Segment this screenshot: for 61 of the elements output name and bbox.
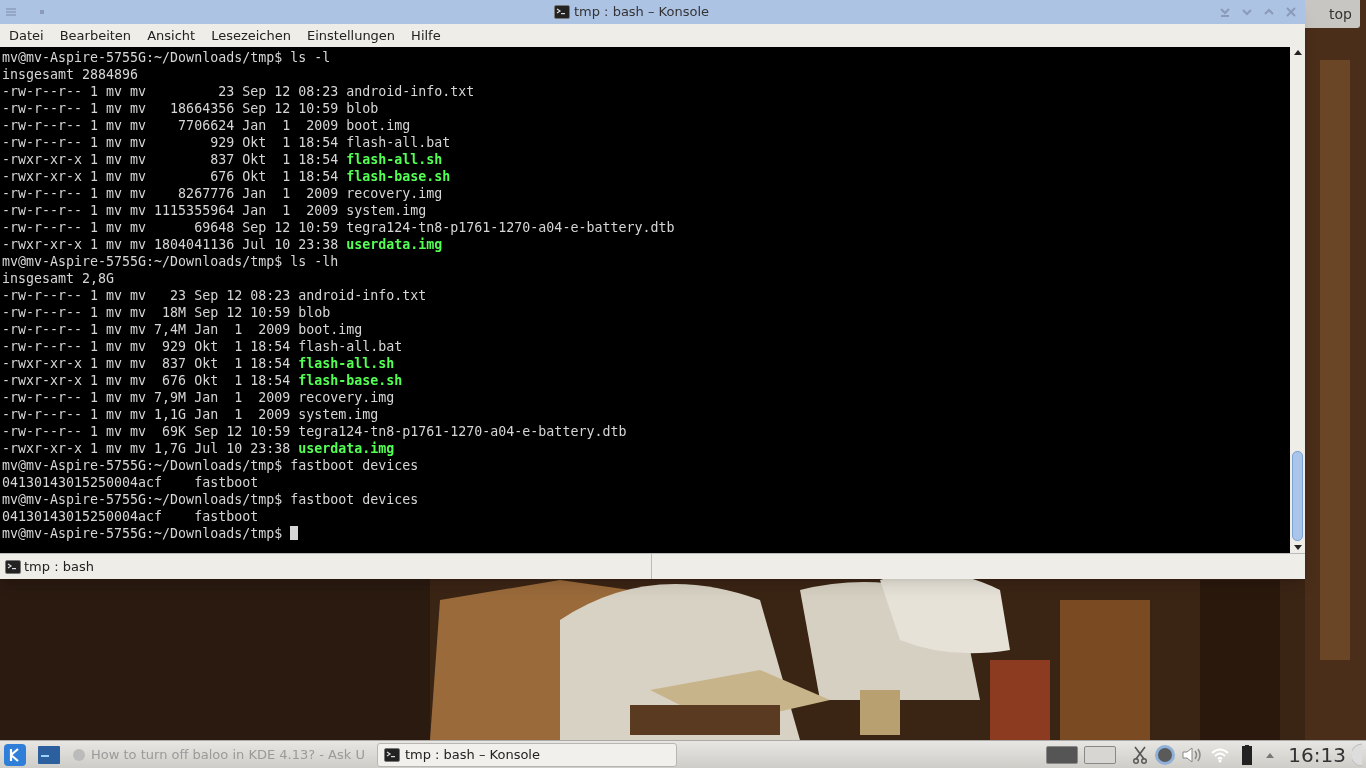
terminal-line: -rw-r--r-- 1 mv mv 8267776 Jan 1 2009 recovery.img [2,185,443,202]
terminal-line: 04130143015250004acf fastboot [2,508,259,525]
close-icon[interactable] [1285,6,1297,18]
scissors-icon[interactable] [1132,745,1149,764]
terminal-line: -rw-r--r-- 1 mv mv 18M Sep 12 10:59 blob [2,304,331,321]
desktop-pager[interactable] [1046,745,1079,764]
desktop-pager[interactable] [1084,745,1117,764]
terminal-tab[interactable]: tmp : bash [0,554,652,579]
terminal-line: mv@mv-Aspire-5755G:~/Downloads/tmp$ fastboot devices [2,491,419,508]
task-button[interactable]: tmp : bash – Konsole [376,742,677,767]
terminal-line: -rw-r--r-- 1 mv mv 7706624 Jan 1 2009 boot.img [2,117,411,134]
terminal-line: mv@mv-Aspire-5755G:~/Downloads/tmp$ ls -lh [2,253,339,270]
terminal-line: mv@mv-Aspire-5755G:~/Downloads/tmp$ [2,525,299,542]
terminal-line: insgesamt 2,8G [2,270,115,287]
menu-item[interactable]: Datei [9,25,44,46]
terminal-line: -rw-r--r-- 1 mv mv 18664356 Sep 12 10:59 blob [2,100,379,117]
wifi-icon[interactable] [1210,746,1231,763]
terminal-line: -rwxr-xr-x 1 mv mv 676 Okt 1 18:54 flash-base.sh [2,372,403,389]
avatar-icon[interactable] [1154,743,1177,766]
scroll-down-icon[interactable] [1293,545,1302,551]
terminal-line: -rwxr-xr-x 1 mv mv 676 Okt 1 18:54 flash-base.sh [2,168,451,185]
menu-item[interactable]: Hilfe [411,25,441,46]
terminal-line: -rw-r--r-- 1 mv mv 1115355964 Jan 1 2009 system.img [2,202,427,219]
terminal-line: -rwxr-xr-x 1 mv mv 1,7G Jul 10 23:38 userdata.img [2,440,395,457]
terminal-line: -rw-r--r-- 1 mv mv 69648 Sep 12 10:59 tegra124-tn8-p1761-1270-a04-e-battery.dtb [2,219,675,236]
terminal-line: -rw-r--r-- 1 mv mv 7,4M Jan 1 2009 boot.img [2,321,363,338]
terminal-line: -rwxr-xr-x 1 mv mv 837 Okt 1 18:54 flash-all.sh [2,355,395,372]
scrollbar[interactable] [1290,47,1305,553]
minimize-icon[interactable] [1241,6,1253,18]
window-title: tmp : bash – Konsole [573,3,710,22]
menu-item[interactable]: Ansicht [147,25,196,46]
terminal-icon [5,558,21,575]
terminal-line: -rw-r--r-- 1 mv mv 23 Sep 12 08:23 android-info.txt [2,83,475,100]
battery-icon[interactable] [1242,744,1253,765]
terminal-line: -rw-r--r-- 1 mv mv 929 Okt 1 18:54 flash-all.bat [2,338,403,355]
terminal-line: mv@mv-Aspire-5755G:~/Downloads/tmp$ ls -l [2,49,331,66]
terminal-line: -rw-r--r-- 1 mv mv 929 Okt 1 18:54 flash-all.bat [2,134,451,151]
terminal-icon [383,746,400,763]
terminal-line: -rwxr-xr-x 1 mv mv 837 Okt 1 18:54 flash-all.sh [2,151,443,168]
terminal-line: mv@mv-Aspire-5755G:~/Downloads/tmp$ fastboot devices [2,457,419,474]
scroll-up-icon[interactable] [1293,49,1302,55]
window-title: top [1329,4,1352,24]
terminal-line: -rw-r--r-- 1 mv mv 7,9M Jan 1 2009 recovery.img [2,389,395,406]
show-hidden-icons-icon[interactable] [1266,751,1275,758]
menu-item[interactable]: Einstellungen [307,25,396,46]
clock[interactable]: 16:13 [1288,739,1346,768]
minimize-all-icon[interactable] [1219,6,1231,18]
scrollbar-thumb[interactable] [1292,451,1303,541]
menu-icon[interactable] [6,8,16,16]
desktop-icon[interactable] [38,745,60,764]
terminal-line: -rwxr-xr-x 1 mv mv 1804041136 Jul 10 23:38 userdata.img [2,236,443,253]
terminal-line: 04130143015250004acf fastboot [2,474,259,491]
browser-icon [72,747,86,762]
terminal-line: insgesamt 2884896 [2,66,139,83]
terminal-line: -rw-r--r-- 1 mv mv 23 Sep 12 08:23 android-info.txt [2,287,427,304]
menu-item[interactable]: Bearbeiten [59,25,132,46]
kde-launcher-icon[interactable] [4,743,26,766]
terminal-line: -rw-r--r-- 1 mv mv 1,1G Jan 1 2009 system.img [2,406,379,423]
terminal-line: -rw-r--r-- 1 mv mv 69K Sep 12 10:59 tegra124-tn8-p1761-1270-a04-e-battery.dtb [2,423,627,440]
terminal-icon [553,4,570,20]
menu-item[interactable]: Lesezeichen [211,25,291,46]
